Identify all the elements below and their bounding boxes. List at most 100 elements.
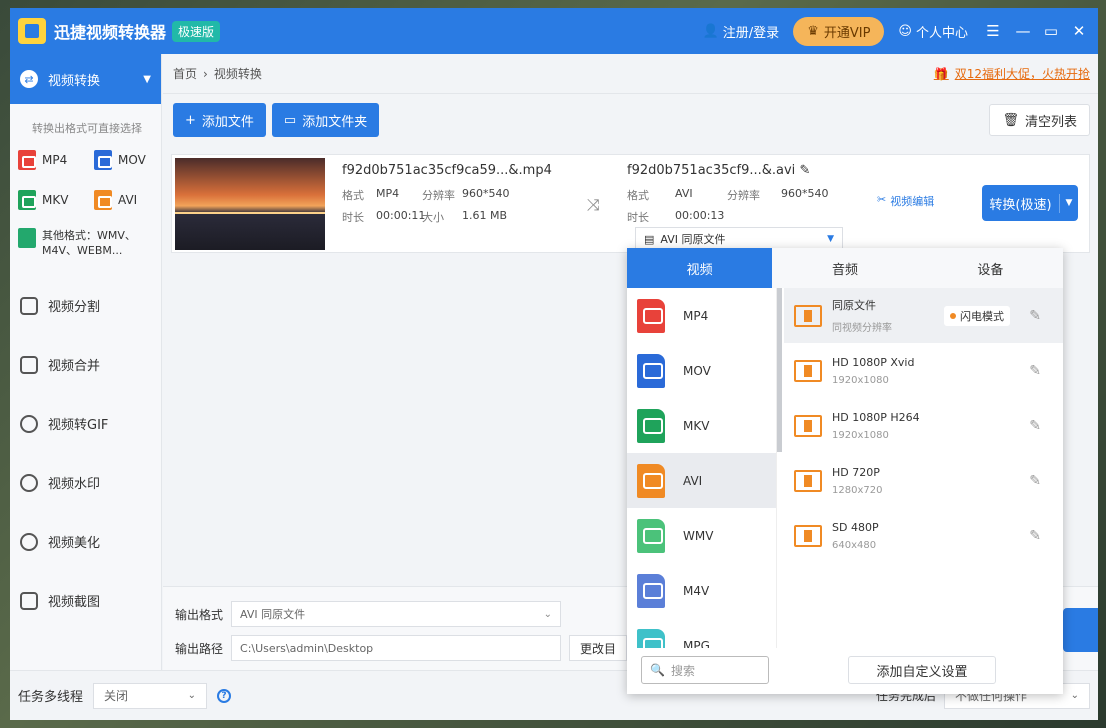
video-edit-label: 视频编辑 bbox=[890, 195, 935, 208]
vip-button[interactable]: ♛ 开通VIP bbox=[793, 16, 885, 46]
personal-center-link[interactable]: ☺ 个人中心 bbox=[898, 22, 968, 41]
preset-item[interactable]: HD 1080P H264 1920x1080 ✎ bbox=[784, 398, 1063, 453]
avi-file-icon bbox=[637, 463, 665, 498]
preset-detail: 640x480 bbox=[832, 539, 877, 551]
sidebar-item-beautify[interactable]: 视频美化 bbox=[10, 512, 161, 571]
preset-detail: 1920x1080 bbox=[832, 429, 889, 441]
format-item-wmv[interactable]: WMV bbox=[627, 508, 776, 563]
close-icon[interactable]: ✕ bbox=[1068, 22, 1090, 40]
format-search-input[interactable]: 🔍 搜索 bbox=[641, 656, 769, 684]
menu-icon[interactable]: ☰ bbox=[982, 22, 1004, 40]
search-icon: 🔍 bbox=[650, 663, 665, 677]
mkv-file-icon bbox=[637, 408, 665, 443]
help-icon[interactable]: ? bbox=[217, 688, 232, 703]
folder-icon: ▭ bbox=[283, 112, 297, 128]
clear-list-label: 清空列表 bbox=[1024, 114, 1077, 130]
tab-audio[interactable]: 音频 bbox=[772, 248, 918, 288]
format-item-mkv[interactable]: MKV bbox=[627, 398, 776, 453]
pencil-icon[interactable]: ✎ bbox=[799, 163, 810, 178]
tab-video[interactable]: 视频 bbox=[627, 248, 773, 288]
login-link[interactable]: 👤 注册/登录 bbox=[703, 22, 780, 41]
output-file-name[interactable]: f92d0b751ac35cf9...&.avi ✎ bbox=[627, 163, 810, 178]
edit-icon[interactable]: ✎ bbox=[1029, 363, 1041, 379]
format-item-mp4[interactable]: MP4 bbox=[627, 288, 776, 343]
minimize-icon[interactable]: — bbox=[1012, 22, 1034, 40]
meta-label: 格式 bbox=[342, 189, 364, 202]
watermark-icon bbox=[20, 473, 38, 492]
multitask-select[interactable]: 关闭 ⌄ bbox=[93, 682, 208, 709]
preset-item[interactable]: 同原文件 同视频分辨率 闪电模式 ✎ bbox=[784, 288, 1063, 343]
chevron-down-icon: ⌄ bbox=[1070, 690, 1079, 701]
gif-icon bbox=[20, 414, 38, 433]
promo-label: 双12福利大促，火热开抢 bbox=[954, 67, 1090, 81]
add-file-button[interactable]: + 添加文件 bbox=[173, 103, 266, 137]
sidebar-item-merge[interactable]: 视频合并 bbox=[10, 335, 161, 394]
flash-mode-label: 闪电模式 bbox=[960, 309, 1004, 323]
preset-item[interactable]: SD 480P 640x480 ✎ bbox=[784, 508, 1063, 563]
output-path-field[interactable]: C:\Users\admin\Desktop bbox=[231, 635, 562, 661]
sidebar-item-video-convert[interactable]: ⇄ 视频转换 ▼ bbox=[10, 54, 161, 104]
sidebar-item-label: 视频分割 bbox=[48, 300, 101, 315]
quick-format-mov[interactable]: MOV bbox=[94, 150, 170, 170]
tab-device[interactable]: 设备 bbox=[917, 248, 1063, 288]
source-duration: 00:00:11 bbox=[376, 209, 426, 222]
format-item-mpg[interactable]: MPG bbox=[627, 618, 776, 648]
breadcrumb-home[interactable]: 首页 bbox=[173, 65, 197, 82]
film-icon: ▤ bbox=[644, 232, 655, 246]
mpg-file-icon bbox=[637, 628, 665, 648]
meta-label: 时长 bbox=[627, 211, 649, 224]
beautify-icon bbox=[20, 532, 38, 551]
edit-icon[interactable]: ✎ bbox=[1029, 473, 1041, 489]
caret-down-icon[interactable]: ▼ bbox=[1060, 198, 1078, 208]
quick-format-avi[interactable]: AVI bbox=[94, 190, 170, 210]
video-thumbnail[interactable] bbox=[175, 158, 325, 250]
sidebar-item-watermark[interactable]: 视频水印 bbox=[10, 453, 161, 512]
video-edit-link[interactable]: ✂ 视频编辑 bbox=[877, 193, 934, 209]
format-item-mov[interactable]: MOV bbox=[627, 343, 776, 398]
sidebar-item-screenshot[interactable]: 视频截图 bbox=[10, 571, 161, 630]
m4v-file-icon bbox=[637, 573, 665, 608]
change-directory-button[interactable]: 更改目 bbox=[569, 635, 628, 661]
add-custom-setting-button[interactable]: 添加自定义设置 bbox=[848, 656, 996, 684]
edit-icon[interactable]: ✎ bbox=[1029, 308, 1041, 324]
edit-icon[interactable]: ✎ bbox=[1029, 418, 1041, 434]
file-toolbar: + 添加文件 ▭ 添加文件夹 🗑 清空列表 bbox=[163, 94, 1098, 146]
quick-format-mp4[interactable]: MP4 bbox=[18, 150, 94, 170]
convert-button[interactable]: 转换(极速) ▼ bbox=[982, 185, 1078, 221]
chevron-down-icon: ⌄ bbox=[543, 608, 553, 620]
add-folder-button[interactable]: ▭ 添加文件夹 bbox=[271, 103, 380, 137]
other-format-icon bbox=[18, 228, 36, 248]
preset-name: HD 1080P Xvid bbox=[832, 355, 915, 369]
smile-icon: ☺ bbox=[898, 23, 912, 39]
sidebar-item-split[interactable]: 视频分割 bbox=[10, 276, 161, 335]
chevron-down-icon: ▼ bbox=[143, 73, 151, 85]
format-list-scrollbar[interactable] bbox=[777, 288, 782, 452]
maximize-icon[interactable]: ▭ bbox=[1040, 22, 1062, 40]
format-item-label: M4V bbox=[683, 583, 710, 598]
sidebar-item-label: 视频截图 bbox=[48, 595, 101, 610]
preset-item[interactable]: HD 1080P Xvid 1920x1080 ✎ bbox=[784, 343, 1063, 398]
edit-icon[interactable]: ✎ bbox=[1029, 528, 1041, 544]
scissors-icon bbox=[20, 296, 38, 315]
preset-item[interactable]: HD 720P 1280x720 ✎ bbox=[784, 453, 1063, 508]
source-size: 1.61 MB bbox=[462, 209, 508, 222]
app-title: 迅捷视频转换器 bbox=[54, 23, 167, 42]
output-format-dropdown[interactable]: AVI 同原文件 ⌄ bbox=[231, 601, 562, 627]
clear-list-button[interactable]: 🗑 清空列表 bbox=[989, 104, 1090, 136]
meta-label: 格式 bbox=[627, 189, 649, 202]
convert-icon: ⇄ bbox=[20, 70, 38, 88]
source-format: MP4 bbox=[376, 187, 400, 200]
sidebar-item-gif[interactable]: 视频转GIF bbox=[10, 394, 161, 453]
personal-label: 个人中心 bbox=[915, 25, 968, 41]
format-item-m4v[interactable]: M4V bbox=[627, 563, 776, 618]
sidebar-item-label: 视频转GIF bbox=[48, 418, 109, 433]
convert-all-button[interactable] bbox=[1063, 608, 1098, 652]
other-formats-link[interactable]: 其他格式：WMV、M4V、WEBM... bbox=[10, 210, 161, 258]
output-path-row: 输出路径 C:\Users\admin\Desktop 更改目 bbox=[175, 635, 628, 661]
add-file-label: 添加文件 bbox=[201, 114, 254, 130]
quick-format-mkv[interactable]: MKV bbox=[18, 190, 94, 210]
promo-link[interactable]: 🎁 双12福利大促，火热开抢 bbox=[934, 65, 1090, 82]
format-item-avi[interactable]: AVI bbox=[627, 453, 776, 508]
add-folder-label: 添加文件夹 bbox=[302, 114, 368, 130]
app-logo-icon bbox=[18, 18, 46, 44]
